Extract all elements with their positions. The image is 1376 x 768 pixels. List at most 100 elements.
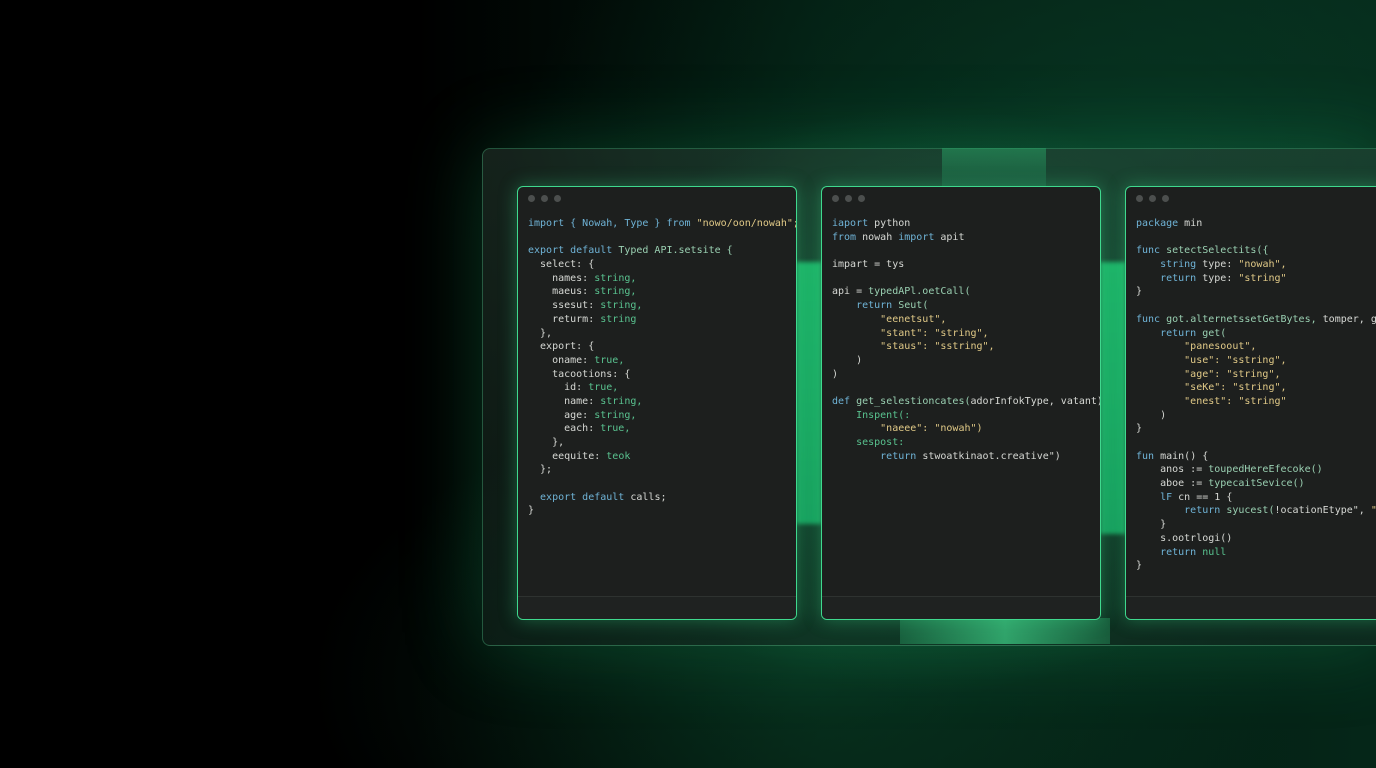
code-line: } (1136, 285, 1376, 299)
code-line: import { Nowah, Type } from "nowo/oon/no… (528, 217, 796, 231)
code-token: }, (528, 437, 565, 448)
code-token: string, (594, 409, 637, 421)
code-token: } (1136, 560, 1143, 572)
code-token: "nes (1371, 505, 1376, 516)
code-window-go: package min func setectSelectits({ string… (1125, 186, 1376, 620)
code-line: each: true, (528, 422, 796, 436)
code-token: main() { (1160, 450, 1209, 462)
code-line: select: { (528, 258, 796, 272)
code-token: typedAPl.oetCall( (868, 286, 971, 298)
code-line: api = typedAPl.oetCall( (832, 285, 1100, 299)
code-token: impart = tys (832, 259, 905, 271)
panel-bottom-highlight (900, 618, 1110, 644)
code-token: "string", (1226, 368, 1281, 380)
code-line: "staus": "sstring", (832, 340, 1100, 354)
code-window-typescript: import { Nowah, Type } from "nowo/oon/no… (517, 186, 797, 620)
code-line: iaport python (832, 217, 1100, 231)
code-line: ) (1136, 409, 1376, 423)
code-line: anos := toupedHereEfecoke() (1136, 463, 1376, 477)
code-line: return syucest(!ocationEtype", "nes (1136, 504, 1376, 518)
glow-connector-left (796, 262, 822, 524)
code-token: "age": (1136, 368, 1227, 380)
code-token: typecaitSevice() (1208, 478, 1305, 490)
code-token: tomper, go { (1322, 313, 1376, 325)
window-dot-icon (1149, 195, 1156, 202)
code-token: "string", (934, 327, 989, 339)
code-editor[interactable]: iaport python from nowah import apit impar… (832, 217, 1100, 463)
code-token: } (1136, 423, 1143, 435)
code-token: each: (528, 423, 601, 435)
window-dot-icon (845, 195, 852, 202)
code-token: sespost: (832, 437, 905, 448)
code-line: def get_selestioncates(adorInfokType, va… (832, 395, 1100, 409)
code-token: from (666, 218, 697, 229)
code-token: iaport (832, 218, 875, 229)
code-token: return (1136, 546, 1203, 558)
code-line: "age": "string", (1136, 368, 1376, 382)
code-token: calls; (630, 491, 667, 503)
code-token: aboe := (1136, 478, 1209, 490)
code-line: } (1136, 518, 1376, 532)
code-token: Inspent(: (832, 409, 911, 421)
code-token: return (1136, 327, 1203, 339)
code-line: returm: string (528, 313, 796, 327)
code-token: package (1136, 218, 1185, 229)
window-controls (1136, 195, 1169, 202)
code-token: min (1184, 218, 1203, 229)
code-token: anos := (1136, 464, 1209, 476)
window-dot-icon (832, 195, 839, 202)
code-token: type: (1202, 259, 1239, 271)
code-line: from nowah import apit (832, 231, 1100, 245)
code-token: func (1136, 245, 1167, 257)
code-token: lF (1136, 491, 1179, 503)
code-token: stwoatkinaot.creative") (922, 450, 1061, 462)
code-token: "string", (1232, 382, 1287, 394)
code-token: "panesoout", (1136, 341, 1257, 353)
code-token: "nowah", (1238, 259, 1287, 271)
code-line: oname: true, (528, 354, 796, 368)
code-line: }, (528, 436, 796, 450)
code-line: return stwoatkinaot.creative") (832, 450, 1100, 464)
code-token: !ocationEtype", (1274, 505, 1371, 517)
code-token: "sstring", (1226, 354, 1287, 366)
code-line: Inspent(: (832, 409, 1100, 423)
code-line: } (528, 504, 796, 518)
code-token: id: (528, 382, 589, 394)
code-token: from (832, 231, 863, 243)
code-token: null (1202, 546, 1227, 558)
code-token: "sstring", (934, 341, 995, 353)
code-line: return get( (1136, 327, 1376, 341)
code-token: s.ootrlogi() (1136, 532, 1233, 544)
code-token: return (1136, 505, 1227, 517)
code-line: export: { (528, 340, 796, 354)
code-line: return Seut( (832, 299, 1100, 313)
window-dot-icon (528, 195, 535, 202)
code-token: names: (528, 272, 595, 284)
code-line: tacootions: { (528, 368, 796, 382)
code-token: select: { (528, 259, 595, 271)
code-line: export default Typed API.setsite { (528, 244, 796, 258)
code-editor[interactable]: package min func setectSelectits({ string… (1136, 217, 1376, 573)
code-line: aboe := typecaitSevice() (1136, 477, 1376, 491)
code-token: ) (832, 354, 863, 366)
code-token: "seKe": (1136, 382, 1233, 394)
code-line: maeus: string, (528, 285, 796, 299)
code-line: }; (528, 463, 796, 477)
code-token: ) (1136, 409, 1167, 421)
code-line: "seKe": "string", (1136, 381, 1376, 395)
code-line: package min (1136, 217, 1376, 231)
code-token: ssesut: (528, 300, 601, 312)
code-line: export default calls; (528, 491, 796, 505)
code-token: cn == 1 { (1178, 491, 1233, 503)
code-line: return null (1136, 546, 1376, 560)
code-line: ssesut: string, (528, 299, 796, 313)
code-token: "use": (1136, 354, 1227, 366)
code-token: "string" (1238, 272, 1287, 284)
code-editor[interactable]: import { Nowah, Type } from "nowo/oon/no… (528, 217, 796, 518)
code-token: string, (600, 395, 643, 407)
code-token: return (832, 300, 899, 312)
